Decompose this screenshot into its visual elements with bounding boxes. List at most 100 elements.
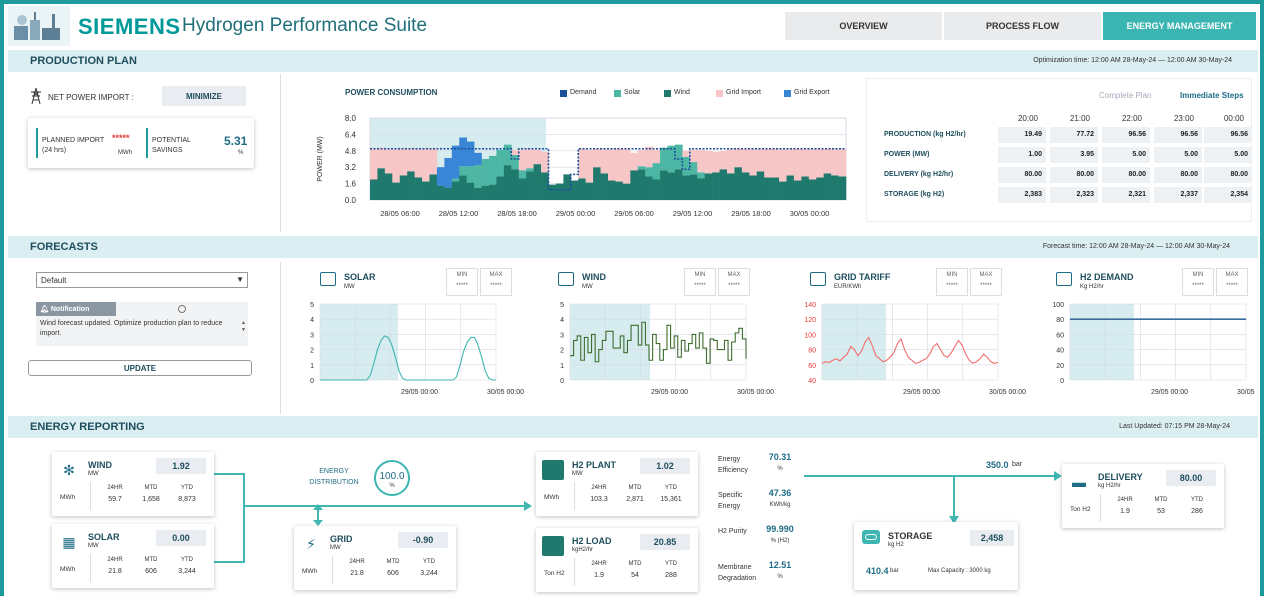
legend-swatch (560, 90, 567, 97)
legend-label: Wind (674, 89, 690, 96)
tab-energy-management[interactable]: ENERGY MANAGEMENT (1103, 12, 1256, 40)
wind-bar (660, 170, 668, 200)
wind-bar (689, 174, 698, 200)
wind-bar (838, 176, 847, 200)
h2-plant-card[interactable]: H2 PLANT MW 1.02 MWh 24HR 103.3 MTD 2,871 YTD 15,… (536, 452, 698, 516)
grid-import-bar (622, 148, 631, 184)
immediate-steps-tab[interactable]: Immediate Steps (1180, 91, 1244, 100)
card-period-value: 606 (145, 568, 157, 575)
grid-import-bar (533, 149, 542, 165)
grid-card[interactable]: ⚡︎ GRID MW -0.90 MWh 24HR 21.8 MTD 606 YTD 3,244 (294, 526, 456, 590)
table-row-label: DELIVERY (kg H2/hr) (884, 171, 954, 178)
y-tick-label: 6.4 (345, 130, 357, 139)
table-cell: 96.56 (1204, 127, 1252, 143)
potential-savings-label: POTENTIAL SAVINGS (152, 137, 191, 154)
forecast-chart-1: 5 4 3 2 1 0 29/05 00:00 30/05 00:00 (310, 302, 524, 396)
complete-plan-tab[interactable]: Complete Plan (1099, 91, 1151, 100)
wind-turbine-icon (558, 272, 574, 286)
energy-distribution-value: 100.0 (379, 471, 405, 482)
minimize-select[interactable]: MINIMIZE (162, 86, 246, 106)
info-icon[interactable] (178, 305, 186, 313)
card-row-unit: MWh (60, 566, 76, 573)
table-cell: 2,337 (1154, 187, 1202, 203)
h2-load-icon (542, 536, 564, 556)
wind-bar (801, 176, 810, 200)
h2-load-card[interactable]: H2 LOAD kgH2/hr 20.85 Ton H2 24HR 1.9 MTD 54 YTD… (536, 528, 698, 592)
card-period-value: 1,658 (142, 496, 160, 503)
wind-bar (377, 168, 386, 200)
card-period-label: YTD (1191, 497, 1203, 503)
storage-value: 2,458 (970, 530, 1014, 546)
kpi-unit: % (777, 466, 783, 472)
energy-reporting-bar: ENERGY REPORTING Last Updated: 07:15 PM … (8, 416, 1258, 438)
grid-import-bar (526, 148, 534, 169)
tab-process-flow[interactable]: PROCESS FLOW (944, 12, 1101, 40)
kpi-label: H2 Purity (718, 528, 747, 535)
grid-import-bar (749, 148, 758, 176)
wind-bar (541, 172, 549, 200)
kpi-value: 47.36 (768, 488, 792, 498)
wind-bar (816, 177, 824, 200)
storage-card[interactable]: STORAGE kg H2 2,458 410.4 bar Max Capaci… (854, 522, 1018, 590)
card-value: 1.92 (156, 458, 206, 474)
delivery-card[interactable]: ▬ DELIVERY kg H2/hr 80.00 Ton H2 24HR 1.9 MTD 53… (1062, 464, 1224, 528)
grid-import-bar (384, 148, 393, 174)
card-value: 1.02 (640, 458, 690, 474)
power-consumption-title: POWER CONSUMPTION (345, 88, 438, 97)
grid-import-bar (518, 149, 527, 171)
max-value: ***** (980, 283, 992, 289)
wind-bar (578, 178, 586, 200)
wind-bar (392, 182, 401, 200)
scroll-arrows-icon[interactable]: ▲ ▼ (241, 320, 246, 334)
forecast-dropdown[interactable]: Default ▼ (36, 272, 248, 288)
wind-bar (712, 172, 720, 200)
kpi-label: Energy Efficiency (718, 456, 748, 474)
solar-panel-icon (320, 272, 336, 286)
legend-label: Grid Import (726, 89, 762, 96)
card-title: H2 LOAD (572, 536, 612, 546)
wind-bar (600, 173, 609, 200)
wind-bar (704, 173, 713, 200)
forecast-chart-2: 5 4 3 2 1 0 29/05 00:00 30/05 00:00 (560, 302, 774, 396)
solar-bar (526, 168, 534, 172)
y-tick-label: 4 (560, 317, 564, 324)
card-period-label: YTD (423, 559, 435, 565)
solar-bar (481, 159, 490, 186)
potential-savings-unit: % (238, 150, 244, 156)
min-label: MIN (1192, 272, 1204, 278)
solar-panel-icon: ▦ (58, 532, 80, 552)
solar-card[interactable]: ▦ SOLAR MW 0.00 MWh 24HR 21.8 MTD 606 YTD 3,244 (52, 524, 214, 588)
card-period-label: 24HR (1117, 497, 1133, 503)
table-cell: 80.00 (1204, 167, 1252, 183)
card-period-label: YTD (181, 557, 193, 563)
kpi-value: 12.51 (768, 560, 792, 570)
tab-overview[interactable]: OVERVIEW (785, 12, 942, 40)
grid-import-bar (682, 150, 691, 157)
solar-bar (474, 165, 482, 188)
wind-bar (481, 185, 490, 200)
update-button[interactable]: UPDATE (28, 360, 252, 376)
grid-export-bar (459, 137, 467, 167)
card-period-label: 24HR (107, 485, 123, 491)
wind-card[interactable]: ✻ WIND MW 1.92 MWh 24HR 59.7 MTD 1,658 YTD 8,873 (52, 452, 214, 516)
grid-import-bar (801, 148, 810, 177)
wind-bar (570, 180, 579, 200)
grid-import-bar (756, 148, 765, 172)
grid-import-bar (422, 148, 430, 182)
y-tick-label: 40 (1056, 348, 1064, 355)
table-cell: 77.72 (1050, 127, 1098, 143)
card-period-value: 1.9 (594, 572, 604, 579)
y-tick-label: 4 (310, 317, 314, 324)
x-tick-label: 29/05 00:00 (556, 209, 596, 218)
table-cell: 5.00 (1102, 147, 1150, 163)
max-label: MAX (1225, 272, 1239, 278)
card-period-value: 606 (387, 570, 399, 577)
y-tick-label: 1 (560, 363, 564, 370)
forecast-chart-3: 140 120 100 80 60 40 29/05 00:00 30/05 00:00 (804, 302, 1026, 396)
forecast-dropdown-value: Default (41, 276, 67, 285)
grid-import-bar (370, 148, 378, 180)
energy-distribution-label: ENERGY DISTRIBUTION (309, 468, 359, 486)
planned-import-unit: MWh (118, 150, 132, 156)
card-period-value: 2,871 (626, 496, 644, 503)
x-tick-label: 29/05 00:00 (1151, 389, 1188, 396)
